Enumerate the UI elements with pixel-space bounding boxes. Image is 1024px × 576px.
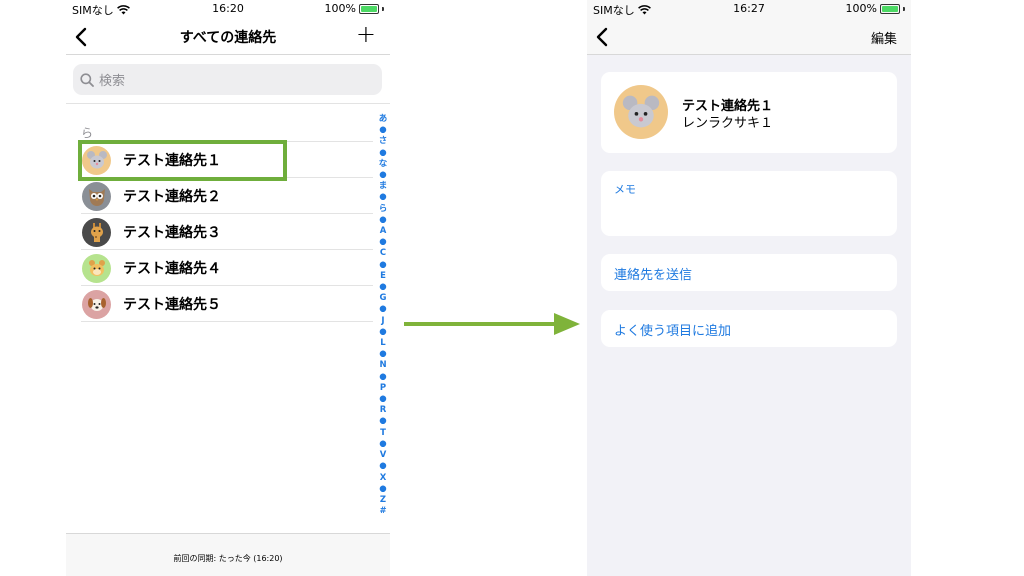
index-letter[interactable]: X: [380, 473, 387, 484]
add-favorite-label: よく使う項目に追加: [614, 324, 732, 339]
index-dot[interactable]: ●: [379, 327, 386, 338]
contact-avatar: [82, 253, 111, 283]
contact-name: テスト連絡先５: [123, 297, 221, 313]
owl-icon: [88, 189, 105, 206]
index-letter[interactable]: R: [380, 405, 387, 416]
index-letter[interactable]: さ: [379, 136, 388, 147]
battery-percent: 100%: [845, 2, 877, 15]
index-dot[interactable]: ●: [379, 484, 386, 495]
profile-avatar: [614, 85, 668, 139]
index-letter[interactable]: P: [380, 383, 386, 394]
battery-icon: [880, 3, 900, 14]
memo-field[interactable]: メモ: [601, 171, 897, 236]
index-letter[interactable]: ま: [379, 181, 388, 192]
status-bar: SIMなし 16:20 100%: [66, 0, 390, 18]
battery-percent: 100%: [324, 2, 356, 15]
index-letter[interactable]: T: [380, 428, 386, 439]
index-dot[interactable]: ●: [379, 394, 386, 405]
mouse-icon: [622, 95, 660, 128]
section-index-bar[interactable]: あ ● さ ● な ● ま ● ら ● A ● C ● E ● G ● J ● L ● N ● P ● R ● T ● V ● X ● Z #: [375, 114, 390, 517]
index-dot[interactable]: ●: [379, 192, 386, 203]
contact-name: テスト連絡先２: [123, 189, 221, 205]
navigation-bar: 編集: [587, 18, 911, 55]
index-letter[interactable]: な: [379, 159, 388, 170]
index-dot[interactable]: ●: [379, 439, 386, 450]
search-placeholder: 検索: [99, 74, 126, 89]
section-header: ら: [81, 126, 94, 140]
index-dot[interactable]: ●: [379, 349, 386, 360]
index-letter[interactable]: E: [380, 271, 386, 282]
index-letter[interactable]: ら: [379, 204, 388, 215]
add-favorite-button[interactable]: よく使う項目に追加: [601, 310, 897, 347]
index-dot[interactable]: ●: [379, 372, 386, 383]
index-dot[interactable]: ●: [379, 148, 386, 159]
index-dot[interactable]: ●: [379, 304, 386, 315]
selection-highlight: [78, 140, 287, 181]
index-dot[interactable]: ●: [379, 282, 386, 293]
status-bar: SIMなし 16:27 100%: [587, 0, 911, 18]
send-contact-button[interactable]: 連絡先を送信: [601, 254, 897, 291]
navigation-bar: すべての連絡先 +: [66, 18, 390, 55]
index-letter[interactable]: C: [380, 248, 386, 259]
contacts-list-screen: SIMなし 16:20 100% すべての連絡先 + 検索 ら テスト連絡先１: [66, 0, 390, 576]
index-letter[interactable]: Z: [380, 495, 386, 506]
contact-avatar: [82, 289, 111, 319]
index-letter[interactable]: V: [380, 450, 387, 461]
index-dot[interactable]: ●: [379, 461, 386, 472]
index-letter[interactable]: A: [380, 226, 387, 237]
index-dot[interactable]: ●: [379, 215, 386, 226]
contact-avatar: [82, 217, 111, 247]
battery-icon: [359, 3, 379, 14]
memo-label: メモ: [614, 183, 636, 196]
last-sync-text: 前回の同期: たった今 (16:20): [173, 554, 283, 563]
transition-arrow-icon: [404, 313, 580, 335]
index-dot[interactable]: ●: [379, 260, 386, 271]
page-title: すべての連絡先: [179, 30, 277, 46]
index-letter[interactable]: J: [381, 316, 384, 327]
index-letter[interactable]: L: [380, 338, 385, 349]
index-letter[interactable]: #: [379, 506, 386, 517]
index-letter[interactable]: あ: [379, 114, 388, 125]
back-chevron-icon[interactable]: [593, 26, 613, 48]
dog-icon: [87, 298, 106, 311]
contact-row-5[interactable]: テスト連絡先５: [66, 286, 390, 322]
sync-footer: 前回の同期: たった今 (16:20): [66, 533, 390, 576]
index-dot[interactable]: ●: [379, 125, 386, 136]
contact-row-4[interactable]: テスト連絡先４: [66, 250, 390, 286]
add-contact-button[interactable]: +: [356, 22, 376, 46]
divider: [66, 103, 390, 104]
hamster-icon: [88, 260, 105, 276]
contact-detail-screen: SIMなし 16:27 100% 編集 テスト連絡先１ レンラクサキ１ メモ 連…: [587, 0, 911, 576]
index-dot[interactable]: ●: [379, 416, 386, 427]
profile-kana: レンラクサキ１: [682, 116, 774, 131]
send-contact-label: 連絡先を送信: [614, 268, 693, 283]
search-icon: [80, 72, 94, 87]
giraffe-icon: [90, 223, 103, 242]
edit-button[interactable]: 編集: [871, 28, 897, 47]
contact-name: テスト連絡先４: [123, 261, 221, 277]
profile-card: テスト連絡先１ レンラクサキ１: [601, 72, 897, 153]
contact-row-2[interactable]: テスト連絡先２: [66, 178, 390, 214]
index-letter[interactable]: N: [379, 360, 386, 371]
index-dot[interactable]: ●: [379, 170, 386, 181]
contact-row-3[interactable]: テスト連絡先３: [66, 214, 390, 250]
contact-avatar: [82, 181, 111, 211]
contact-name: テスト連絡先３: [123, 225, 221, 241]
index-letter[interactable]: G: [380, 293, 387, 304]
search-field[interactable]: 検索: [73, 64, 382, 95]
index-dot[interactable]: ●: [379, 237, 386, 248]
